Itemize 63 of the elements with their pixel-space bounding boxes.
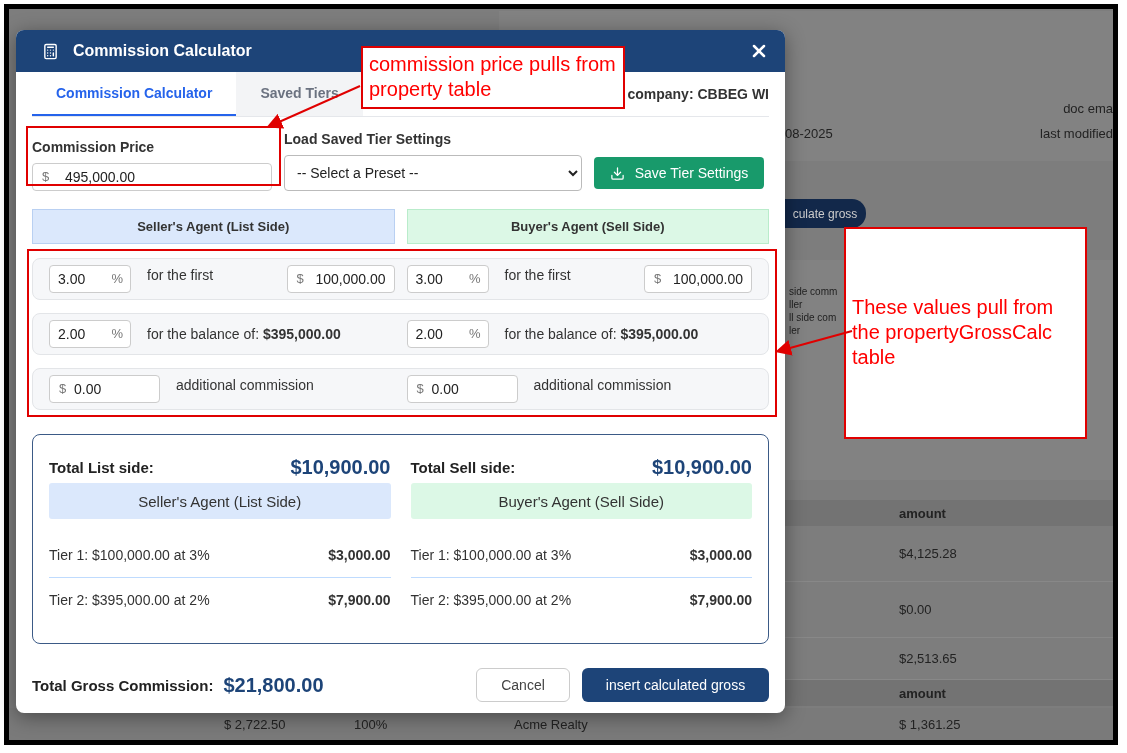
date-text: 08-2025 [785,126,833,141]
insert-button[interactable]: insert calculated gross [582,668,769,702]
gross-value: $21,800.00 [223,673,324,697]
table-cell: $ 2,722.50 [224,716,286,732]
unit-label: $ [42,170,50,184]
field-label: doc ema [1063,101,1113,116]
unit-label: $ [654,272,662,286]
column-header: amount [899,685,947,701]
download-icon [609,165,625,181]
save-button[interactable]: Save Tier Settings [594,157,764,189]
unit-label: % [111,272,123,286]
callout-note: These values pull from the propertyGrossCalc table [844,227,1087,439]
column-header: amount [899,505,947,521]
preset-select[interactable]: -- Select a Preset -- [284,155,582,191]
total-label: Total List side: [49,458,154,476]
row-label: additional commission [533,377,673,393]
unit-label: $ [59,382,67,396]
side-header: Seller's Agent (List Side) [32,209,395,244]
row-label: for the balance of: $395,000.00 [147,326,342,342]
tier-label: Tier 2: $395,000.00 at 2% [49,591,210,608]
table-cell: Acme Realty [514,716,588,732]
field-label: Commission Price [32,139,156,155]
unit-label: $ [296,272,304,286]
unit-label: % [468,327,481,341]
calculate-button[interactable]: culate gross [784,199,866,228]
field-label: Load Saved Tier Settings [284,131,452,147]
table-cell: $ 1,361.25 [899,716,961,732]
tier-label: Tier 1: $100,000.00 at 3% [410,547,572,563]
unit-label: % [468,272,481,286]
row-label: for the balance of: $395,000.00 [504,326,700,342]
row-label: for the first [147,267,215,283]
callout-note: commission price pulls from property table [361,46,625,109]
company-text: company: CBBEG WI [627,86,769,102]
table-cell: $0.00 [899,602,932,617]
table-cell: 100% [354,716,388,732]
table-cell: $2,513.65 [899,651,957,666]
row-label: additional commission [176,377,315,393]
tier-amount: $7,900.00 [328,591,391,608]
gross-label: Total Gross Commission: [32,676,214,694]
unit-label: $ [416,382,424,396]
total-value: $10,900.00 [290,455,391,479]
note-text: side comm [789,286,838,297]
total-value: $10,900.00 [651,455,752,479]
total-label: Total Sell side: [410,458,516,476]
tier-amount: $3,000.00 [328,547,391,563]
tier-label: Tier 2: $395,000.00 at 2% [410,591,572,608]
note-text: ller [789,299,803,310]
table-cell: $4,125.28 [899,546,957,561]
dialog-title: Commission Calculator [73,42,253,60]
field-label: last modified [1040,126,1113,141]
note-text: ler [789,325,801,336]
side-header: Seller's Agent (List Side) [49,483,391,519]
calculator-icon [42,42,59,60]
tier-label: Tier 1: $100,000.00 at 3% [49,547,210,563]
tier-amount: $7,900.00 [689,591,752,608]
note-text: ll side com [789,312,837,323]
side-header: Buyer's Agent (Sell Side) [410,483,752,519]
unit-label: % [111,327,123,341]
row-label: for the first [504,267,572,283]
tab[interactable]: Saved Tiers [236,72,363,116]
tier-amount: $3,000.00 [689,547,752,563]
side-header: Buyer's Agent (Sell Side) [406,209,769,244]
cancel-button[interactable]: Cancel [476,668,570,702]
